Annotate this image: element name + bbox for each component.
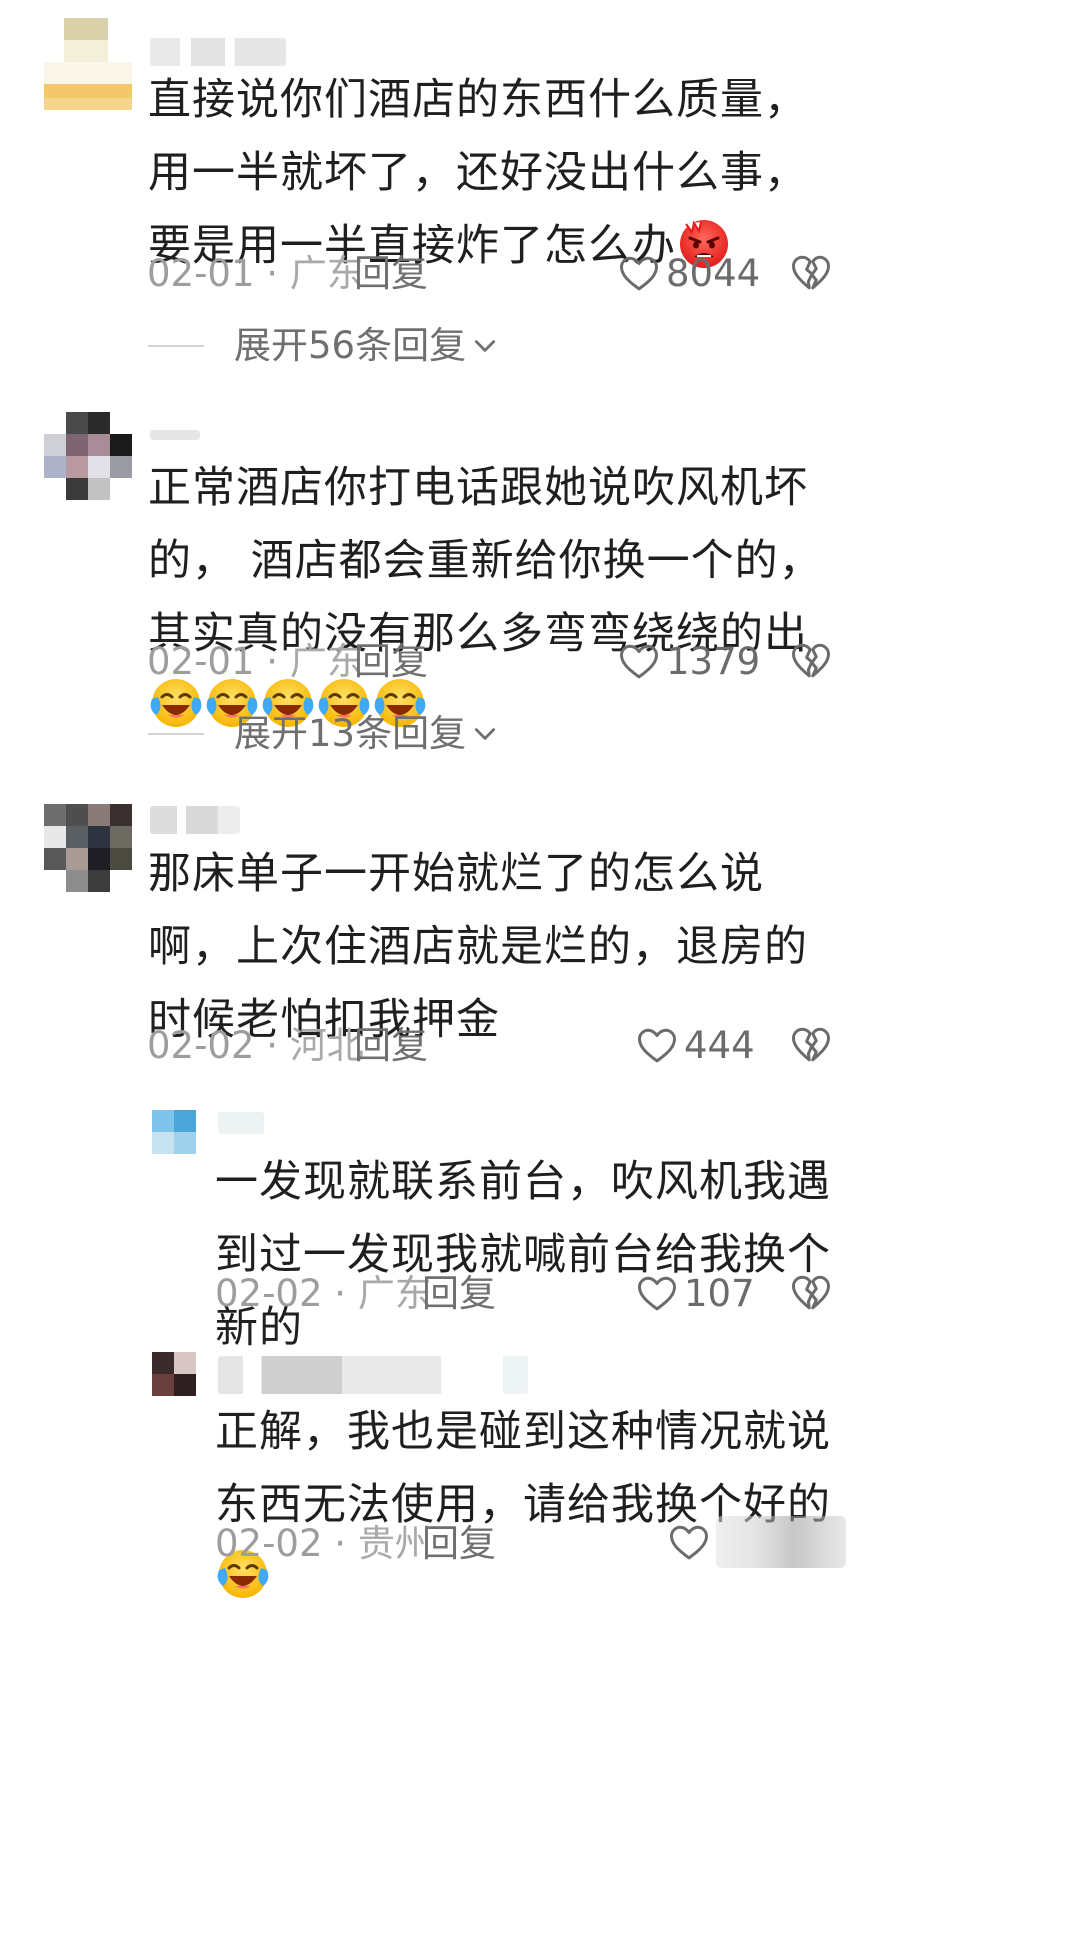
like-count: 8044 <box>666 252 761 295</box>
like-button[interactable]: 8044 <box>618 252 760 296</box>
reply-location: 广东 <box>357 1272 432 1315</box>
like-button[interactable]: 107 <box>636 1272 755 1316</box>
like-count: 444 <box>684 1024 755 1067</box>
expand-replies-label: 展开13条回复 <box>234 712 467 755</box>
divider <box>148 345 204 347</box>
avatar[interactable] <box>44 18 132 128</box>
reply-location: 贵州 <box>357 1522 432 1565</box>
reply-meta: 02-02 · 广东 <box>215 1272 432 1315</box>
comment-date: 02-01 <box>147 640 255 683</box>
reply-button[interactable]: 回复 <box>422 1522 496 1566</box>
divider <box>148 733 204 735</box>
comment-text: 正常酒店你打电话跟她说吹风机坏的， 酒店都会重新给你换一个的，其实真的没有那么多… <box>148 452 828 744</box>
expand-replies-button[interactable]: 展开56条回复 <box>148 324 498 368</box>
broken-heart-icon[interactable] <box>790 1272 832 1314</box>
heart-outline-icon[interactable] <box>668 1522 710 1564</box>
expand-replies-button[interactable]: 展开13条回复 <box>148 712 498 756</box>
reply-button[interactable]: 回复 <box>354 252 428 296</box>
expand-replies-label: 展开56条回复 <box>234 324 467 367</box>
avatar[interactable] <box>44 804 132 892</box>
reply-button[interactable]: 回复 <box>422 1272 496 1316</box>
reply-meta: 02-02 · 贵州 <box>215 1522 432 1565</box>
comment-location: 广东 <box>289 252 364 295</box>
avatar[interactable] <box>152 1352 196 1396</box>
username-redacted[interactable] <box>218 1356 528 1394</box>
username-redacted[interactable] <box>150 430 200 440</box>
avatar[interactable] <box>44 412 132 500</box>
reply-date: 02-02 <box>215 1522 323 1565</box>
comment-meta: 02-01 · 广东 <box>147 252 364 295</box>
comment-location: 河北 <box>289 1024 364 1067</box>
heart-outline-icon <box>636 1273 678 1315</box>
reply-date: 02-02 <box>215 1272 323 1315</box>
comment-meta: 02-02 · 河北 <box>147 1024 364 1067</box>
broken-heart-icon[interactable] <box>790 252 832 294</box>
broken-heart-icon[interactable] <box>790 1024 832 1066</box>
comment-meta: 02-01 · 广东 <box>147 640 364 683</box>
like-button[interactable]: 444 <box>636 1024 755 1068</box>
heart-outline-icon <box>636 1025 678 1067</box>
avatar[interactable] <box>152 1110 196 1154</box>
like-count: 107 <box>684 1272 755 1315</box>
comment-date: 02-01 <box>147 252 255 295</box>
comment-date: 02-02 <box>147 1024 255 1067</box>
heart-outline-icon <box>618 641 660 683</box>
like-button[interactable]: 1379 <box>618 640 760 684</box>
chevron-down-icon <box>472 333 498 359</box>
reply-text: 一发现就联系前台，吹风机我遇到过一发现我就喊前台给我换个新的 <box>215 1157 831 1353</box>
reply-text: 正解，我也是碰到这种情况就说东西无法使用，请给我换个好的 <box>215 1396 845 1615</box>
comment-text: 直接说你们酒店的东西什么质量，用一半就坏了，还好没出什么事，要是用一半直接炸了怎… <box>148 75 808 271</box>
comment-location: 广东 <box>289 640 364 683</box>
chevron-down-icon <box>472 721 498 747</box>
username-redacted[interactable] <box>150 806 240 834</box>
like-count: 1379 <box>666 640 761 683</box>
username-redacted[interactable] <box>150 38 286 66</box>
heart-outline-icon <box>618 253 660 295</box>
broken-heart-icon[interactable] <box>790 640 832 682</box>
watermark-overlay <box>716 1516 846 1568</box>
reply-button[interactable]: 回复 <box>354 640 428 684</box>
reply-button[interactable]: 回复 <box>354 1024 428 1068</box>
username-redacted[interactable] <box>218 1112 264 1134</box>
